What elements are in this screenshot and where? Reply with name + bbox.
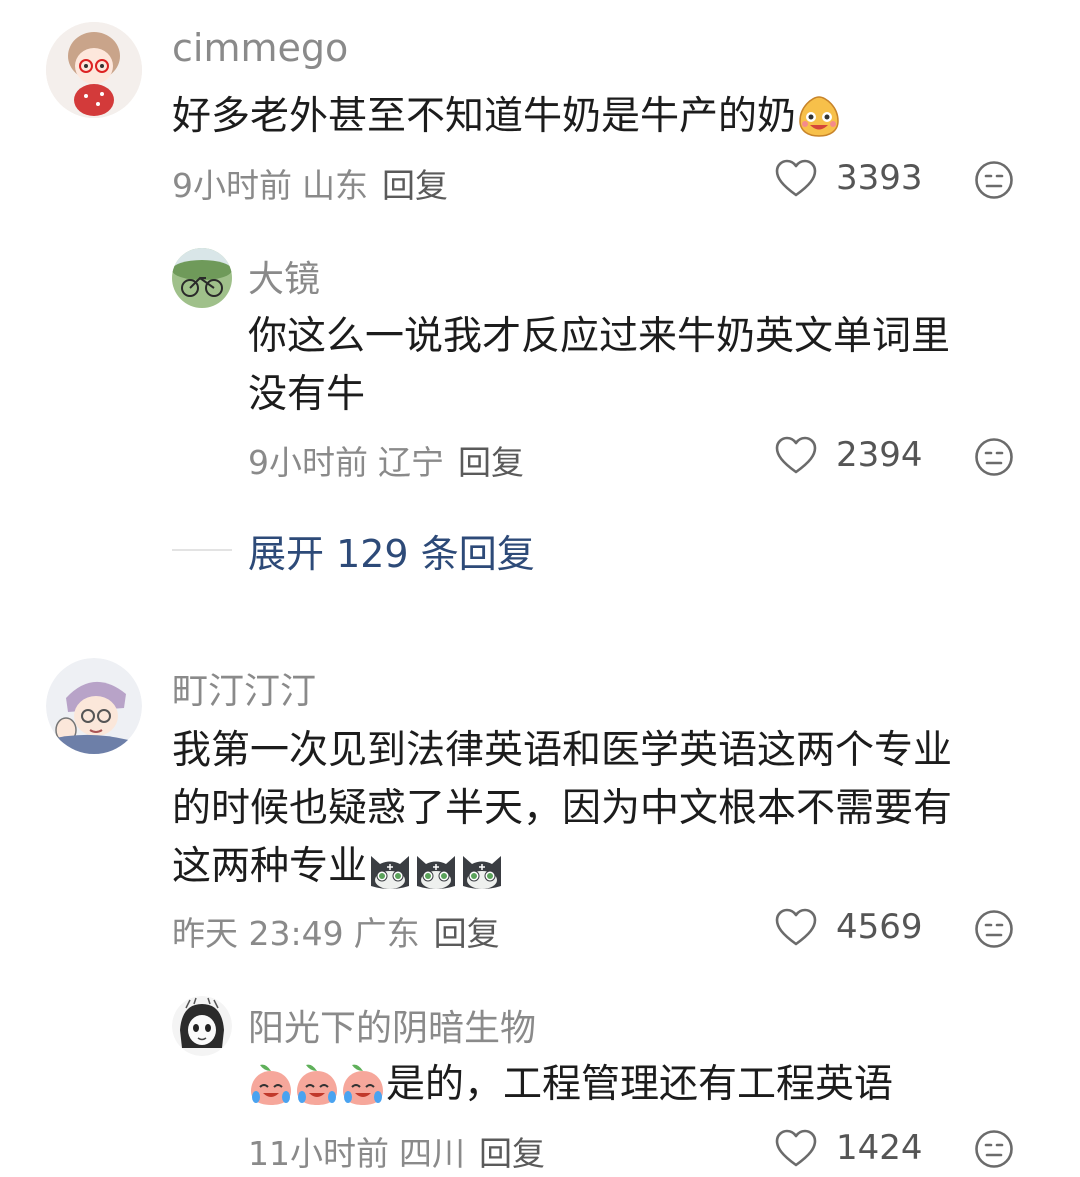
dislike-face-icon[interactable] <box>974 909 1014 949</box>
reply-text-line: 没有牛 <box>248 372 366 417</box>
like-count: 2394 <box>836 435 923 475</box>
reply-time: 9小时前 <box>248 443 368 482</box>
reply-username[interactable]: 大镜 <box>248 250 320 302</box>
like-button[interactable]: 4569 <box>774 907 923 947</box>
like-button[interactable]: 1424 <box>774 1128 923 1168</box>
reply-button[interactable]: 回复 <box>434 914 500 953</box>
reply-text: 是的，工程管理还有工程英语 <box>248 1056 893 1114</box>
like-button[interactable]: 2394 <box>774 435 923 475</box>
crying-laughing-peach-emoji <box>251 1064 291 1105</box>
reply-meta: 9小时前 辽宁 回复 <box>248 436 524 484</box>
comment-username[interactable]: 町汀汀汀 <box>172 662 316 714</box>
reply-button[interactable]: 回复 <box>382 166 448 205</box>
avatar[interactable] <box>172 248 232 308</box>
comment-text: 我第一次见到法律英语和医学英语这两个专业 的时候也疑惑了半天，因为中文根本不需要… <box>172 722 952 896</box>
comment-username[interactable]: cimmego <box>172 26 348 70</box>
reply-button[interactable]: 回复 <box>479 1134 545 1173</box>
reply-meta: 11小时前 四川 回复 <box>248 1127 545 1175</box>
heart-icon <box>775 159 817 197</box>
dislike-face-icon[interactable] <box>974 160 1014 200</box>
reply-button[interactable]: 回复 <box>458 443 524 482</box>
cat-face-emoji <box>371 855 410 889</box>
comment-time: 9小时前 <box>172 166 292 205</box>
divider <box>172 549 232 551</box>
grinning-face-emoji <box>799 95 839 137</box>
comment-meta: 9小时前 山东 回复 <box>172 159 448 207</box>
like-button[interactable]: 3393 <box>774 158 923 198</box>
expand-replies-link[interactable]: 展开 129 条回复 <box>248 523 535 578</box>
heart-icon <box>775 436 817 474</box>
heart-icon <box>775 908 817 946</box>
dislike-face-icon[interactable] <box>974 1129 1014 1169</box>
cat-face-emoji <box>463 855 502 889</box>
comment-text: 好多老外甚至不知道牛奶是牛产的奶 <box>172 88 842 146</box>
avatar[interactable] <box>46 22 142 118</box>
reply-time: 11小时前 <box>248 1134 389 1173</box>
comment-text-line: 的时候也疑惑了半天，因为中文根本不需要有 <box>172 786 953 831</box>
comment-text-body: 好多老外甚至不知道牛奶是牛产的奶 <box>172 94 797 139</box>
like-count: 4569 <box>836 907 923 947</box>
crying-laughing-peach-emoji <box>297 1064 337 1105</box>
crying-laughing-peach-emoji <box>343 1064 383 1105</box>
avatar[interactable] <box>46 658 142 754</box>
reply-text-line: 你这么一说我才反应过来牛奶英文单词里 <box>248 314 951 359</box>
comment-location: 山东 <box>302 166 368 205</box>
like-count: 3393 <box>836 158 923 198</box>
comment-meta: 昨天 23:49 广东 回复 <box>172 907 500 955</box>
reply-location: 四川 <box>399 1134 465 1173</box>
comment-location: 广东 <box>353 914 420 953</box>
like-count: 1424 <box>836 1128 923 1168</box>
reply-text: 你这么一说我才反应过来牛奶英文单词里 没有牛 <box>248 308 950 424</box>
reply-text-body: 是的，工程管理还有工程英语 <box>386 1062 894 1107</box>
avatar[interactable] <box>172 996 232 1056</box>
heart-icon <box>775 1129 817 1167</box>
comment-text-line: 我第一次见到法律英语和医学英语这两个专业 <box>172 728 953 773</box>
cat-face-emoji <box>417 855 456 889</box>
comment-text-line: 这两种专业 <box>172 838 952 896</box>
comment-time: 昨天 23:49 <box>172 914 344 953</box>
reply-location: 辽宁 <box>378 443 444 482</box>
dislike-face-icon[interactable] <box>974 437 1014 477</box>
reply-username[interactable]: 阳光下的阴暗生物 <box>248 999 536 1051</box>
comment-text-line-body: 这两种专业 <box>172 844 368 889</box>
